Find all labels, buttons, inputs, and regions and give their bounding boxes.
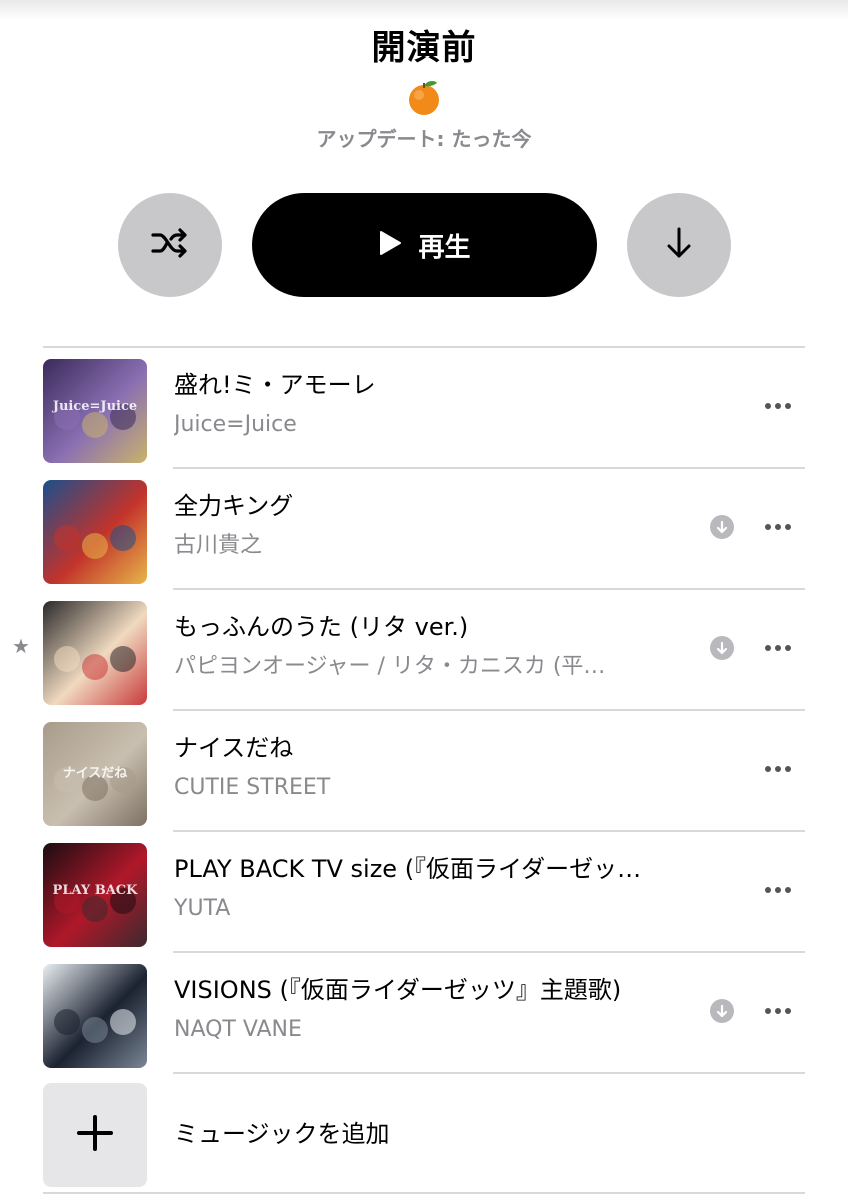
song-artist: CUTIE STREET bbox=[174, 775, 331, 800]
song-title: 盛れ!ミ・アモーレ bbox=[174, 371, 376, 399]
downloaded-icon bbox=[710, 999, 734, 1023]
album-art: Juice=Juice bbox=[43, 359, 147, 463]
song-artist: YUTA bbox=[174, 896, 231, 921]
track-row[interactable]: ★ もっふんのうた (リタ ver.) パピヨンオージャー / リタ・カニスカ (平… bbox=[0, 590, 848, 711]
download-icon bbox=[664, 226, 694, 264]
playlist-title: 開演前 bbox=[371, 28, 477, 68]
row-divider bbox=[43, 1192, 805, 1194]
song-title: 全力キング bbox=[174, 492, 294, 520]
top-fade bbox=[0, 0, 848, 20]
album-art-text: ナイスだね bbox=[62, 766, 128, 781]
track-row[interactable]: ナイスだね ナイスだね CUTIE STREET bbox=[0, 711, 848, 832]
more-options-icon[interactable] bbox=[762, 999, 794, 1023]
song-artist: 古川貴之 bbox=[174, 533, 263, 558]
add-music-tile[interactable] bbox=[43, 1083, 147, 1187]
album-art bbox=[43, 964, 147, 1068]
downloaded-icon bbox=[710, 515, 734, 539]
play-label: 再生 bbox=[418, 232, 471, 263]
track-row[interactable]: 全力キング 古川貴之 bbox=[0, 469, 848, 590]
track-row[interactable]: VISIONS (『仮面ライダーゼッツ』主題歌) NAQT VANE bbox=[0, 953, 848, 1074]
star-icon: ★ bbox=[12, 634, 30, 658]
shuffle-icon bbox=[150, 228, 190, 262]
shuffle-button[interactable] bbox=[118, 193, 222, 297]
song-artist: NAQT VANE bbox=[174, 1017, 302, 1042]
playlist-header: 開演前 アップデート: たった今 bbox=[0, 26, 848, 152]
song-title: もっふんのうた (リタ ver.) bbox=[174, 613, 469, 641]
tangerine-emoji-icon bbox=[407, 80, 441, 115]
add-music-label: ミュージックを追加 bbox=[174, 1120, 390, 1148]
song-artist: Juice=Juice bbox=[174, 412, 297, 437]
play-icon bbox=[378, 230, 402, 260]
plus-icon bbox=[76, 1114, 114, 1156]
downloaded-icon bbox=[710, 636, 734, 660]
album-art: ナイスだね bbox=[43, 722, 147, 826]
song-title: ナイスだね bbox=[174, 734, 294, 762]
more-options-icon[interactable] bbox=[762, 878, 794, 902]
play-button[interactable]: 再生 bbox=[252, 193, 597, 297]
song-artist: パピヨンオージャー / リタ・カニスカ (平… bbox=[174, 654, 606, 679]
more-options-icon[interactable] bbox=[762, 757, 794, 781]
more-options-icon[interactable] bbox=[762, 515, 794, 539]
updated-label: アップデート: たった今 bbox=[316, 127, 532, 151]
album-art bbox=[43, 480, 147, 584]
download-button[interactable] bbox=[627, 193, 731, 297]
album-art bbox=[43, 601, 147, 705]
song-title: PLAY BACK TV size (『仮面ライダーゼッ… bbox=[174, 855, 642, 883]
album-art: PLAY BACK bbox=[43, 843, 147, 947]
add-music-row[interactable]: ミュージックを追加 bbox=[0, 1073, 848, 1194]
album-art-text: PLAY BACK bbox=[52, 883, 138, 898]
more-options-icon[interactable] bbox=[762, 636, 794, 660]
track-row[interactable]: Juice=Juice 盛れ!ミ・アモーレ Juice=Juice bbox=[0, 348, 848, 469]
more-options-icon[interactable] bbox=[762, 394, 794, 418]
track-row[interactable]: PLAY BACK PLAY BACK TV size (『仮面ライダーゼッ… YU… bbox=[0, 832, 848, 953]
song-title: VISIONS (『仮面ライダーゼッツ』主題歌) bbox=[174, 976, 622, 1004]
album-art-text: Juice=Juice bbox=[52, 399, 138, 414]
